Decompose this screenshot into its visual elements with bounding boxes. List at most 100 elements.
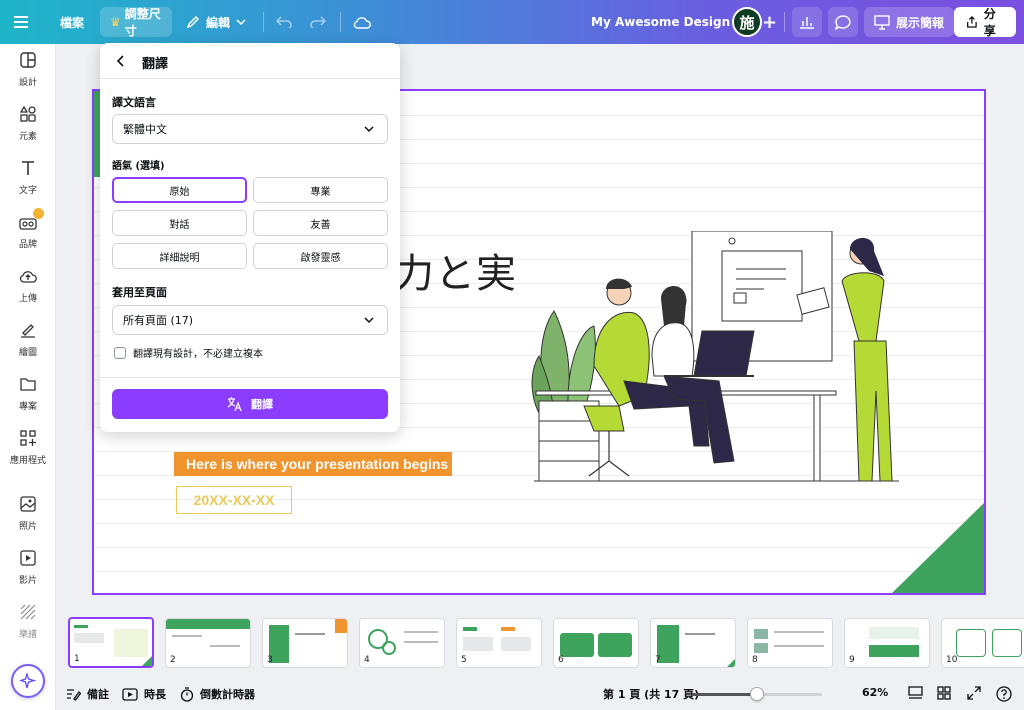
play-box-icon — [122, 687, 138, 701]
sidebar-item-projects[interactable]: 專案 — [0, 368, 56, 418]
page-indicator: 第 1 頁 (共 17 頁) — [603, 688, 700, 701]
tone-professional-button[interactable]: 專業 — [253, 177, 388, 203]
divider — [94, 571, 984, 572]
layout-icon — [18, 50, 38, 70]
back-chevron-icon[interactable] — [114, 53, 128, 69]
page-number: 10 — [946, 655, 958, 665]
page-view-icon[interactable] — [908, 686, 923, 699]
sidebar-item-apps[interactable]: 應用程式 — [0, 422, 56, 472]
tone-original-button[interactable]: 原始 — [112, 177, 247, 203]
sidebar-item-design[interactable]: 設計 — [0, 44, 56, 94]
page-number: 4 — [364, 655, 370, 665]
zoom-slider[interactable] — [692, 687, 822, 701]
page-number: 3 — [267, 655, 273, 665]
insights-icon[interactable] — [792, 7, 822, 37]
page-thumbnail[interactable]: 3 — [262, 618, 348, 668]
apply-to-pages-select[interactable]: 所有頁面 (17) — [112, 305, 388, 335]
add-collaborator-icon[interactable]: + — [762, 7, 777, 37]
page-thumbnail[interactable]: 8 — [747, 618, 833, 668]
sidebar-item-patterns[interactable]: 樂譜 — [0, 596, 56, 646]
present-label: 展示簡報 — [896, 15, 945, 30]
page-number: 5 — [461, 655, 467, 665]
sidebar-item-label: 照片 — [18, 522, 37, 532]
help-icon[interactable] — [996, 686, 1012, 702]
tone-friendly-button[interactable]: 友善 — [253, 210, 388, 236]
translate-in-place-checkbox[interactable] — [114, 346, 126, 359]
edit-menu[interactable]: 編輯 — [186, 7, 246, 37]
zoom-level[interactable]: 62% — [862, 686, 888, 699]
crown-icon — [33, 208, 44, 219]
resize-button[interactable]: ♛ 調整尺寸 — [100, 7, 172, 38]
sidebar-item-draw[interactable]: 繪圖 — [0, 314, 56, 364]
share-label: 分享 — [983, 7, 996, 38]
crown-icon: ♛ — [110, 15, 121, 29]
sidebar-item-brand[interactable]: 品牌 — [0, 206, 56, 256]
sidebar-item-label: 專案 — [18, 402, 37, 412]
top-toolbar: 檔案 ♛ 調整尺寸 編輯 My Awesome Design 🤩 施 + 展示簡… — [0, 0, 1024, 44]
sidebar-item-videos[interactable]: 影片 — [0, 542, 56, 592]
page-thumbnail[interactable]: 6 — [553, 618, 639, 668]
page-thumbnail[interactable]: 9 — [844, 618, 930, 668]
sidebar-item-label: 應用程式 — [9, 456, 46, 466]
video-icon — [18, 548, 38, 568]
notes-button[interactable]: 備註 — [66, 686, 109, 702]
tone-inspiring-button[interactable]: 啟發靈感 — [253, 243, 388, 269]
divider — [100, 377, 400, 378]
divider — [263, 12, 264, 32]
pencil-icon — [186, 15, 200, 29]
page-thumbnail[interactable]: 10 — [941, 618, 1024, 668]
sidebar-item-label: 元素 — [18, 132, 37, 142]
page-number: 1 — [74, 654, 80, 664]
tone-conversational-button[interactable]: 對話 — [112, 210, 247, 236]
slide-banner[interactable]: Here is where your presentation begins — [174, 452, 452, 476]
undo-icon[interactable] — [276, 7, 292, 37]
divider — [784, 12, 785, 32]
page-number: 7 — [655, 655, 661, 665]
design-title[interactable]: My Awesome Design 🤩 — [591, 7, 749, 37]
page-thumbnail[interactable]: 7 — [650, 618, 736, 668]
page-thumbnail[interactable]: 5 — [456, 618, 542, 668]
share-button[interactable]: 分享 — [954, 7, 1016, 38]
page-thumbnail[interactable]: 1 — [68, 617, 154, 668]
slide-date[interactable]: 20XX-XX-XX — [176, 486, 292, 514]
upload-icon — [18, 266, 38, 286]
sidebar-item-uploads[interactable]: 上傳 — [0, 260, 56, 310]
tone-detailed-button[interactable]: 詳細說明 — [112, 243, 247, 269]
redo-icon[interactable] — [310, 7, 326, 37]
grid-view-icon[interactable] — [937, 686, 951, 700]
zoom-slider-fill — [692, 693, 757, 696]
sidebar-item-text[interactable]: 文字 — [0, 152, 56, 202]
apply-to-pages-label: 套用至頁面 — [112, 286, 167, 299]
fullscreen-icon[interactable] — [967, 686, 981, 700]
avatar[interactable]: 施 — [732, 7, 762, 37]
page-thumbnail[interactable]: 2 — [165, 618, 251, 668]
magic-assistant-button[interactable] — [11, 664, 45, 698]
office-illustration[interactable] — [524, 231, 904, 486]
page-number: 8 — [752, 655, 758, 665]
page-thumbnail[interactable]: 4 — [359, 618, 445, 668]
translate-button[interactable]: 翻譯 — [112, 389, 388, 419]
sidebar-item-elements[interactable]: 元素 — [0, 98, 56, 148]
apps-icon — [18, 428, 38, 448]
zoom-slider-knob[interactable] — [750, 687, 764, 701]
divider — [94, 547, 984, 548]
file-menu[interactable]: 檔案 — [60, 7, 84, 37]
present-button[interactable]: 展示簡報 — [864, 7, 955, 37]
target-language-select[interactable]: 繁體中文 — [112, 114, 388, 144]
duration-button[interactable]: 時長 — [122, 686, 166, 702]
translate-in-place-label: 翻譯現有設計，不必建立複本 — [133, 349, 263, 360]
slide-title[interactable]: 力と実 — [394, 241, 517, 299]
comment-icon[interactable] — [828, 7, 858, 37]
presentation-icon — [874, 14, 890, 30]
cloud-save-icon[interactable] — [353, 7, 371, 37]
sidebar-item-label: 上傳 — [18, 294, 37, 304]
sidebar-item-photos[interactable]: 照片 — [0, 488, 56, 538]
sidebar-item-label: 樂譜 — [18, 630, 37, 640]
translate-in-place-row[interactable]: 翻譯現有設計，不必建立複本 — [114, 345, 263, 360]
menu-icon[interactable] — [14, 7, 28, 37]
tone-label: 語氣 (選填) — [112, 161, 165, 172]
timer-button[interactable]: 倒數計時器 — [180, 686, 255, 702]
page-number: 2 — [170, 655, 176, 665]
chevron-down-icon — [364, 126, 374, 133]
notes-icon — [67, 688, 81, 701]
